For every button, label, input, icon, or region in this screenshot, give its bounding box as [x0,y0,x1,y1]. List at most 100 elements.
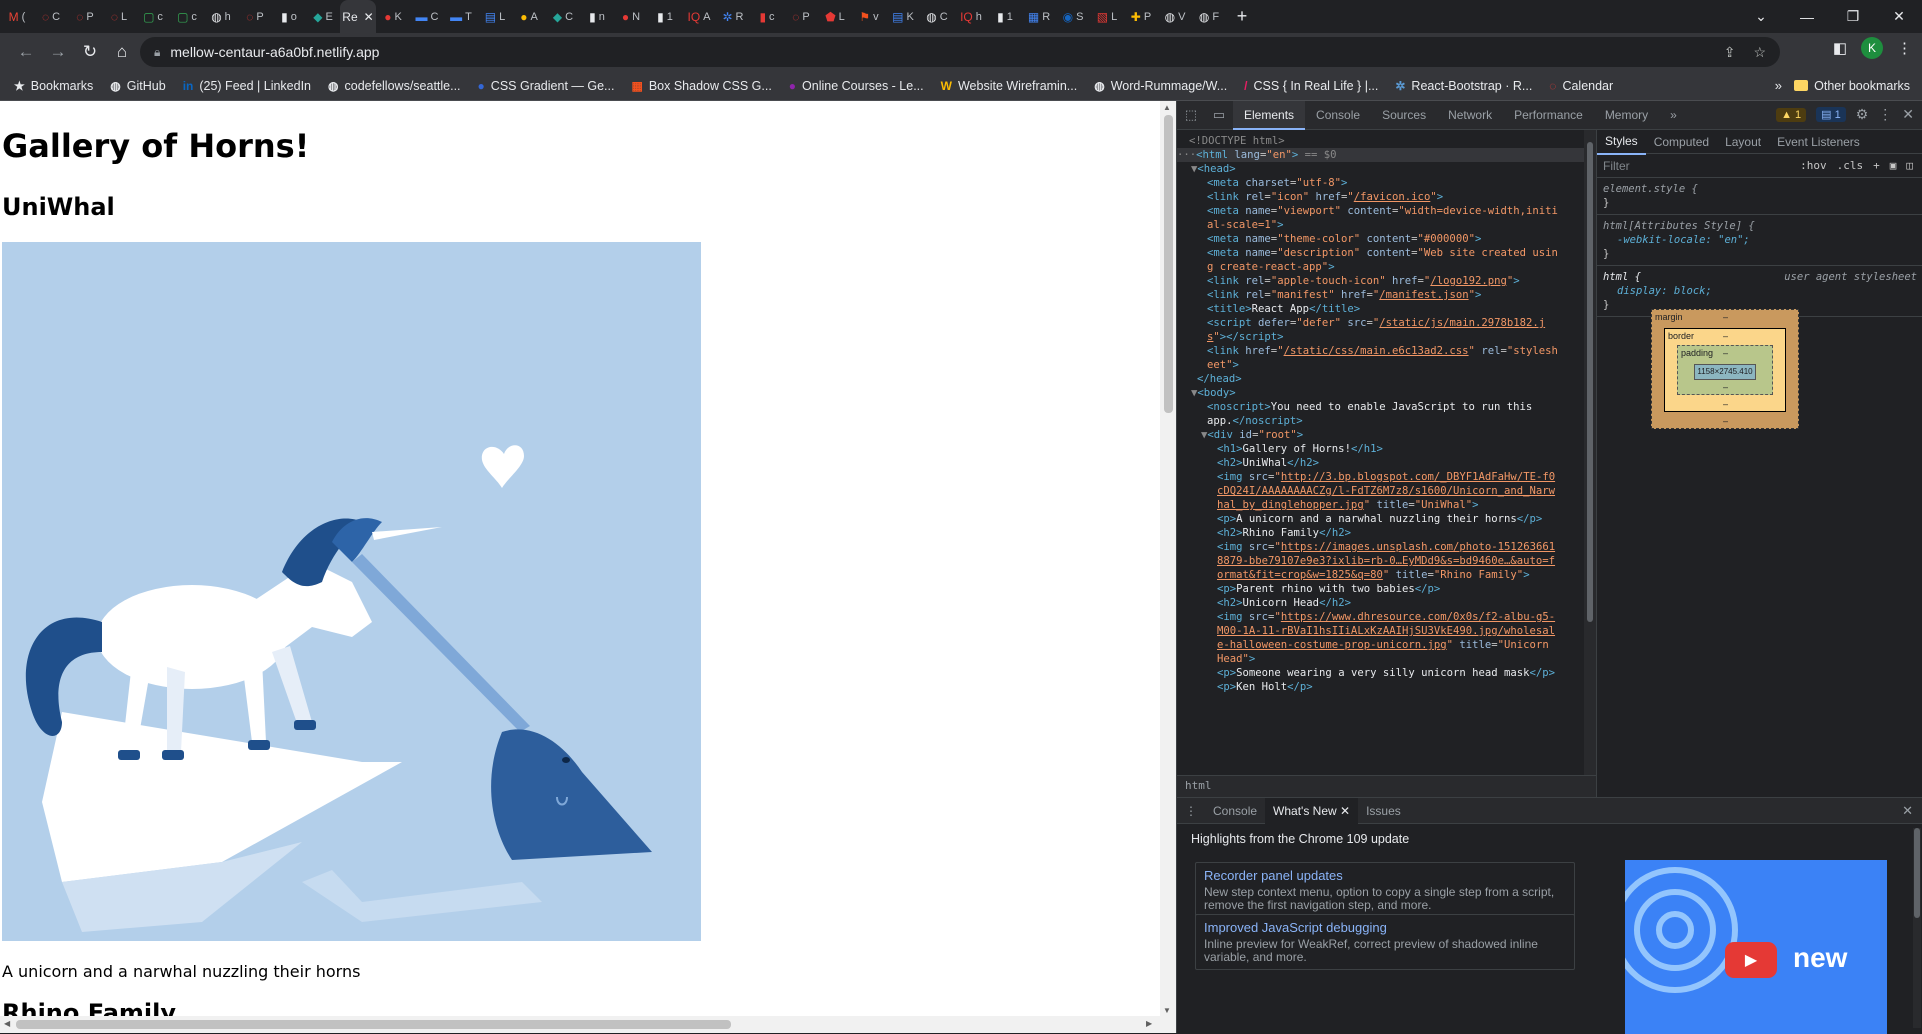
address-bar[interactable]: 🔒︎ mellow-centaur-a6a0bf.netlify.app ⇪ ☆ [140,37,1780,67]
dom-node[interactable]: <noscript>You need to enable JavaScript … [1207,400,1532,414]
bookmark-item[interactable]: ● Online Courses - Le... [789,79,924,93]
url-text[interactable]: mellow-centaur-a6a0bf.netlify.app [170,44,379,60]
devtools-tab-sources[interactable]: Sources [1371,101,1437,130]
scroll-up-arrow-icon[interactable]: ▲ [1163,103,1171,112]
browser-tab[interactable]: ◌ L [102,0,136,33]
dom-node[interactable]: <img src="https://www.dhresource.com/0x0… [1217,610,1555,624]
home-button[interactable]: ⌂ [106,37,138,67]
styles-tab-layout[interactable]: Layout [1717,130,1769,154]
dom-node[interactable]: </head> [1197,372,1242,386]
browser-tab[interactable]: ▬ T [444,0,478,33]
browser-tab[interactable]: ◉ S [1056,0,1090,33]
dom-node[interactable]: <link href="/static/css/main.e6c13ad2.cs… [1207,344,1558,358]
hover-state-toggle[interactable]: :hov [1800,159,1827,172]
browser-tab[interactable]: IQ A [682,0,716,33]
box-model-content[interactable]: 1158×2745.410 [1694,364,1756,380]
browser-tab[interactable]: ◍ F [1192,0,1226,33]
browser-tab[interactable]: ◌ P [784,0,818,33]
browser-tab[interactable]: ⚑ v [852,0,886,33]
dom-node[interactable]: ▼<div id="root"> [1201,428,1303,442]
computed-toggle-icon[interactable]: ▣ [1890,159,1897,172]
elements-scrollbar[interactable] [1584,130,1596,775]
dom-node[interactable]: <link rel="apple-touch-icon" href="/logo… [1207,274,1520,288]
dom-node[interactable]: <meta charset="utf-8"> [1207,176,1347,190]
bookmark-item[interactable]: ◍ codefellows/seattle... [328,79,461,93]
devtools-menu-icon[interactable]: ⋮ [1878,106,1892,123]
whats-new-card[interactable]: Recorder panel updates New step context … [1195,862,1575,918]
browser-tab[interactable]: ◌ C [34,0,68,33]
lock-icon[interactable]: 🔒︎ [154,45,160,60]
browser-tab[interactable]: ▧ L [1090,0,1124,33]
style-rule-attributes[interactable]: html[Attributes Style] { -webkit-locale:… [1597,215,1922,266]
page-horizontal-scroll-thumb[interactable] [16,1020,731,1029]
bookmarks-overflow-button[interactable]: » [1775,78,1782,93]
browser-tab[interactable]: ◆ C [546,0,580,33]
bookmark-item[interactable]: ◌ Calendar [1549,79,1613,93]
dom-node[interactable]: <p>Parent rhino with two babies</p> [1217,582,1440,596]
browser-tab[interactable]: ◆ E [306,0,340,33]
browser-tab[interactable]: ● N [614,0,648,33]
browser-tab[interactable]: ▦ R [1022,0,1056,33]
browser-tab[interactable]: ● K [376,0,410,33]
browser-tab[interactable]: M( [0,0,34,33]
elements-scroll-thumb[interactable] [1587,142,1593,622]
browser-tab[interactable]: ◌ P [68,0,102,33]
rule-property[interactable]: -webkit-locale: "en"; [1603,233,1917,247]
minimize-button[interactable]: — [1784,9,1830,25]
drawer-menu-icon[interactable]: ⋮ [1177,798,1205,824]
browser-tab[interactable]: ▤ K [886,0,920,33]
close-tab-icon[interactable]: ✕ [364,10,374,24]
browser-tab[interactable]: ▬ C [410,0,444,33]
close-drawer-icon[interactable]: ✕ [1902,803,1913,819]
browser-tab[interactable]: ✲ R [716,0,750,33]
devtools-tab-performance[interactable]: Performance [1503,101,1594,130]
page-vertical-scroll-thumb[interactable] [1164,115,1173,413]
side-panel-icon[interactable]: ◧ [1833,39,1847,57]
dom-node[interactable]: <p>A unicorn and a narwhal nuzzling thei… [1217,512,1542,526]
browser-tab[interactable]: ● A [512,0,546,33]
drawer-scrollbar[interactable] [1913,828,1921,1028]
dom-node[interactable]: <h2>Rhino Family</h2> [1217,526,1351,540]
devtools-tab-memory[interactable]: Memory [1594,101,1659,130]
scroll-right-arrow-icon[interactable]: ▶ [1146,1019,1152,1028]
rule-property[interactable]: display: block; [1603,284,1917,298]
dom-node[interactable]: <h2>Unicorn Head</h2> [1217,596,1351,610]
bookmark-item[interactable]: / CSS { In Real Life } |... [1244,79,1378,93]
bookmark-item[interactable]: ▦ Box Shadow CSS G... [631,79,771,93]
dom-node[interactable]: <img src="https://images.unsplash.com/ph… [1217,540,1555,554]
drawer-tab-console[interactable]: Console [1205,798,1265,824]
browser-tab[interactable]: ▮ o [272,0,306,33]
dom-node[interactable]: <link rel="icon" href="/favicon.ico"> [1207,190,1443,204]
browser-tab[interactable]: ✚ P [1124,0,1158,33]
close-tab-icon[interactable]: ✕ [1340,804,1350,818]
bookmark-star-icon[interactable]: ☆ [1753,44,1766,61]
kebab-menu-icon[interactable]: ⋮ [1897,39,1912,57]
scroll-down-arrow-icon[interactable]: ▼ [1163,1006,1171,1015]
dom-node-selected[interactable]: ···<html lang="en"> == $0 [1177,148,1584,162]
whats-new-video-thumbnail[interactable]: ▶ new [1625,860,1887,1034]
browser-tab[interactable]: ◌ P [238,0,272,33]
dom-node[interactable]: <title>React App</title> [1207,302,1360,316]
dom-node[interactable]: <p>Someone wearing a very silly unicorn … [1217,666,1555,680]
padding-bottom-value[interactable]: – [1723,382,1728,392]
restore-button[interactable]: ❐ [1830,8,1876,25]
bookmark-item[interactable]: ★ Bookmarks [14,79,93,93]
dom-node[interactable]: <h1>Gallery of Horns!</h1> [1217,442,1383,456]
devtools-tab-elements[interactable]: Elements [1233,100,1306,130]
inspect-element-icon[interactable]: ⬚ [1177,107,1205,123]
margin-bottom-value[interactable]: – [1723,416,1728,426]
drawer-scroll-thumb[interactable] [1914,828,1920,918]
drawer-tab-issues[interactable]: Issues [1358,798,1409,824]
scroll-left-arrow-icon[interactable]: ◀ [4,1019,10,1028]
page-horizontal-scrollbar[interactable]: ◀ ▶ [0,1016,1176,1033]
browser-tab[interactable]: ▢ c [136,0,170,33]
drawer-tab-whats-new[interactable]: What's New ✕ [1265,797,1359,824]
back-button[interactable]: ← [10,37,42,67]
dom-node[interactable]: <meta name="viewport" content="width=dev… [1207,204,1558,218]
card-title[interactable]: Recorder panel updates [1204,868,1566,883]
style-rule-element[interactable]: element.style { } [1597,178,1922,215]
dom-node[interactable]: <meta name="theme-color" content="#00000… [1207,232,1481,246]
dom-node[interactable]: <img src="http://3.bp.blogspot.com/_DBYF… [1217,470,1555,484]
bookmark-item[interactable]: ◍ Word-Rummage/W... [1094,79,1227,93]
bookmark-item[interactable]: ● CSS Gradient — Ge... [478,79,615,93]
